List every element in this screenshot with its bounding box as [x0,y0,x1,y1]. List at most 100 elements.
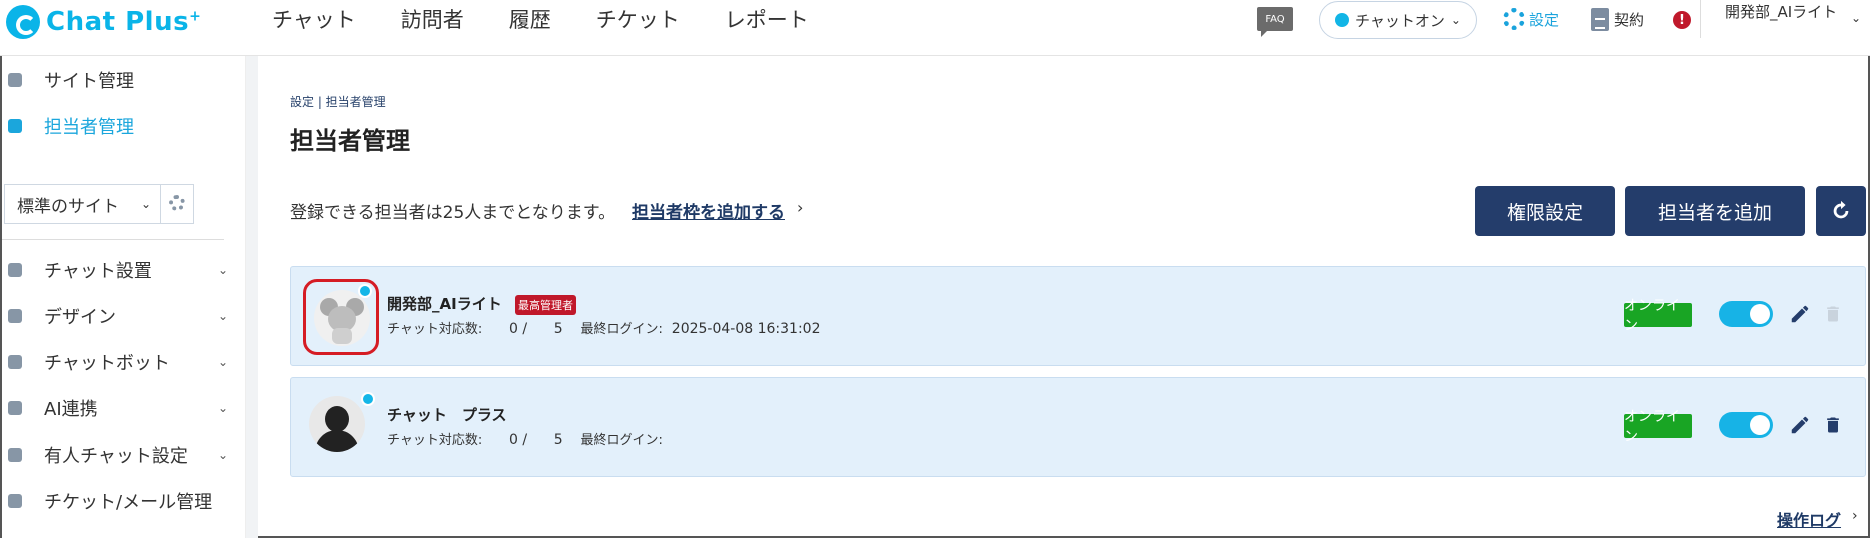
pencil-icon[interactable] [1789,303,1811,325]
nav-visitors[interactable]: 訪問者 [401,4,464,34]
chevron-down-icon: ⌄ [1450,13,1461,27]
sidebar-scrollbar[interactable] [246,56,258,538]
trash-icon [1827,306,1839,322]
chat-status-dropdown[interactable]: チャットオン ⌄ [1319,1,1477,39]
operator-meta: チャット対応数: 0 / 5 最終ログイン: 2025-04-08 16:31:… [387,321,821,337]
nav-tickets[interactable]: チケット [596,4,680,34]
site-select-value: 標準のサイト [17,196,119,217]
sidebar-item-ai[interactable]: AI連携 ⌄ [2,390,242,426]
status-badge: オンライン [1624,298,1692,334]
header-divider [1700,0,1701,38]
user-menu[interactable]: 開発部_AIライト ⌄ [1725,1,1865,25]
add-slot-link[interactable]: 担当者枠を追加する [632,198,785,223]
tools-icon [8,263,22,277]
breadcrumb[interactable]: 設定 | 担当者管理 [290,93,386,110]
chevron-down-icon: ⌄ [217,263,228,277]
permission-settings-button[interactable]: 権限設定 [1475,186,1615,236]
operator-name: チャット プラス [387,406,507,424]
palette-icon [8,309,22,323]
online-dot-icon [358,284,372,298]
sidebar-item-label: 担当者管理 [44,117,134,138]
chat-max: 5 [553,432,563,448]
avatar [314,290,370,346]
active-toggle[interactable] [1719,412,1773,438]
sidebar-item-operator-admin[interactable]: 担当者管理 [2,108,242,144]
chevron-right-icon: › [797,198,804,217]
chevron-down-icon: ⌄ [1850,11,1861,25]
chat-count: 0 [508,321,518,337]
faq-button[interactable]: FAQ [1257,7,1293,37]
add-operator-button[interactable]: 担当者を追加 [1625,186,1805,236]
pencil-icon[interactable] [1789,414,1811,436]
chat-max: 5 [553,321,563,337]
sidebar-item-chatbot[interactable]: チャットボット ⌄ [2,344,242,380]
status-badge: オンライン [1624,409,1692,445]
operator-card: 開発部_AIライト 最高管理者 チャット対応数: 0 / 5 最終ログイン: 2… [290,266,1866,366]
online-dot-icon [1335,13,1350,27]
headset-icon [8,448,22,462]
operator-limit-text: 登録できる担当者は25人までとなります。 [290,203,616,223]
bulb-icon [8,401,22,415]
sidebar-item-label: チケット/メール管理 [44,492,213,513]
chevron-right-icon: › [1852,508,1858,524]
trash-icon[interactable] [1823,414,1843,436]
chevron-down-icon: ⌄ [140,197,151,211]
logo-text: Chat Plus [46,7,190,37]
contract-link[interactable]: 契約 [1591,8,1644,31]
document-icon [1591,8,1609,31]
sidebar-item-label: AI連携 [44,399,98,420]
chat-bubble-icon [6,5,40,39]
avatar-highlight[interactable] [303,279,379,355]
sidebar-item-design[interactable]: デザイン ⌄ [2,298,242,334]
top-header: Chat Plus+ チャット 訪問者 履歴 チケット レポート FAQ チャッ… [0,0,1870,56]
main-nav: チャット 訪問者 履歴 チケット レポート [272,0,854,38]
operator-meta: チャット対応数: 0 / 5 最終ログイン: [387,432,663,448]
operation-log-link[interactable]: 操作ログ [1777,507,1841,531]
chevron-down-icon: ⌄ [217,355,228,369]
chat-status-label: チャットオン [1355,11,1445,30]
chat-icon [8,355,22,369]
user-gear-icon [8,119,22,133]
sidebar-item-label: デザイン [44,307,116,328]
refresh-button[interactable] [1816,186,1866,236]
nav-history[interactable]: 履歴 [509,4,551,34]
operator-card: チャット プラス チャット対応数: 0 / 5 最終ログイン: オンライン [290,377,1866,477]
sidebar-item-label: チャットボット [44,353,170,374]
gear-icon [1503,8,1525,30]
active-toggle[interactable] [1719,301,1773,327]
sidebar-divider [2,239,224,240]
contract-label: 契約 [1614,11,1645,29]
operator-name: 開発部_AIライト [387,295,502,313]
sidebar-item-label: 有人チャット設定 [44,446,188,467]
chat-count: 0 [508,432,518,448]
chevron-down-icon: ⌄ [217,401,228,415]
chatplus-logo[interactable]: Chat Plus+ [6,4,201,40]
site-select[interactable]: 標準のサイト ⌄ [4,184,194,224]
chat-count-label: チャット対応数: [387,433,483,448]
page-title: 担当者管理 [290,127,410,155]
refresh-icon [1833,200,1849,219]
sidebar-item-site-admin[interactable]: サイト管理 [2,62,242,98]
user-name: 開発部_AIライト [1725,3,1838,21]
sidebar-item-ticket-mail[interactable]: チケット/メール管理 [2,483,242,519]
chevron-down-icon: ⌄ [217,448,228,462]
last-login-label: 最終ログイン: [580,322,663,337]
sidebar: サイト管理 担当者管理 標準のサイト ⌄ チャット設置 ⌄ デザイン ⌄ チャッ… [2,56,246,538]
sidebar-item-manned-chat[interactable]: 有人チャット設定 ⌄ [2,437,242,473]
settings-link[interactable]: 設定 [1503,8,1559,30]
logo-plus: + [189,8,202,25]
gear-icon [8,73,22,87]
sidebar-item-label: チャット設置 [44,261,152,282]
nav-chat[interactable]: チャット [272,4,356,34]
settings-label: 設定 [1529,10,1560,29]
alert-icon[interactable]: ! [1673,11,1691,29]
sidebar-item-label: サイト管理 [44,71,134,92]
role-badge: 最高管理者 [515,295,576,315]
nav-reports[interactable]: レポート [725,4,809,34]
avatar [309,396,365,452]
avatar-wrap[interactable] [309,392,375,460]
gear-icon[interactable] [169,195,185,211]
sidebar-item-chat-install[interactable]: チャット設置 ⌄ [2,252,242,288]
last-login: 2025-04-08 16:31:02 [671,321,821,337]
list-icon [8,494,22,508]
